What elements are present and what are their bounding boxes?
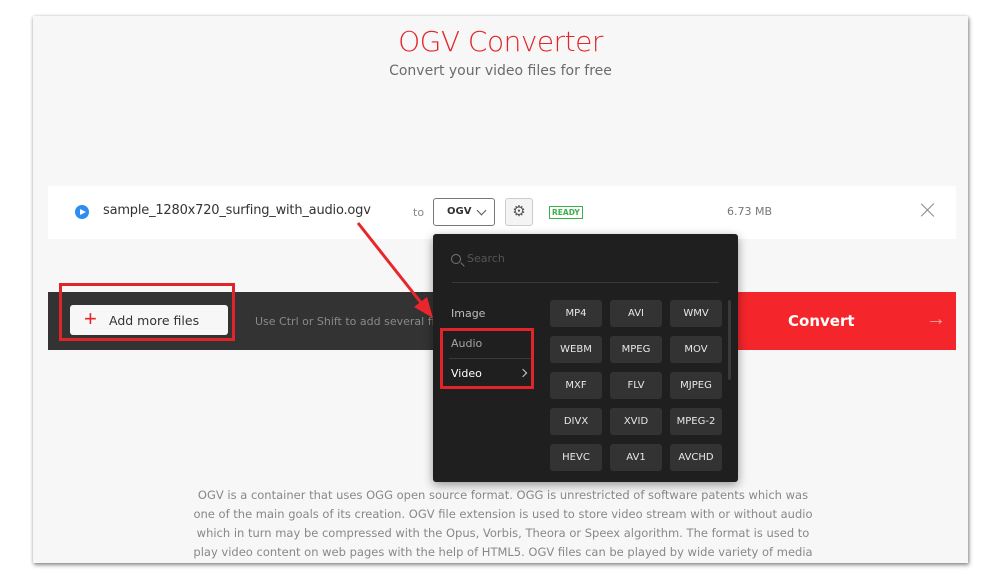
to-label: to <box>413 206 425 219</box>
format-option[interactable]: AV1 <box>610 444 662 471</box>
play-icon[interactable] <box>75 205 89 219</box>
format-option[interactable]: MOV <box>670 336 722 363</box>
search-divider <box>452 282 719 283</box>
format-option[interactable]: FLV <box>610 372 662 399</box>
format-description: OGV is a container that uses OGG open so… <box>193 488 813 559</box>
format-option[interactable]: WMV <box>670 300 722 327</box>
format-option[interactable]: MJPEG <box>670 372 722 399</box>
format-grid: MP4 AVI WMV WEBM MPEG MOV MXF FLV MJPEG … <box>550 300 722 471</box>
arrow-right-icon: → <box>926 308 946 330</box>
format-option[interactable]: AVCHD <box>670 444 722 471</box>
annotation-highlight-add-files <box>59 283 235 341</box>
gear-icon: ⚙ <box>512 203 526 220</box>
status-badge: READY <box>549 206 583 219</box>
browser-page: OGV Converter Convert your video files f… <box>33 16 968 563</box>
file-size: 6.73 MB <box>727 205 773 218</box>
format-option[interactable]: HEVC <box>550 444 602 471</box>
format-option[interactable]: MP4 <box>550 300 602 327</box>
format-option[interactable]: MPEG-2 <box>670 408 722 435</box>
dropdown-scrollbar[interactable] <box>728 300 731 380</box>
multi-select-hint: Use Ctrl or Shift to add several files a <box>255 315 461 328</box>
page-title: OGV Converter <box>398 25 603 58</box>
category-image[interactable]: Image <box>451 307 531 320</box>
page-subtitle: Convert your video files for free <box>389 63 612 79</box>
settings-button[interactable]: ⚙ <box>505 198 533 226</box>
chevron-down-icon <box>476 205 487 216</box>
format-option[interactable]: WEBM <box>550 336 602 363</box>
target-format-value: OGV <box>447 206 472 217</box>
annotation-highlight-audio-video <box>440 328 534 389</box>
format-option[interactable]: DIVX <box>550 408 602 435</box>
format-search-input[interactable] <box>467 252 687 265</box>
file-name: sample_1280x720_surfing_with_audio.ogv <box>103 203 371 218</box>
remove-file-close-icon[interactable] <box>920 202 936 218</box>
convert-button[interactable]: Convert → <box>736 292 956 350</box>
convert-label: Convert <box>788 312 855 330</box>
format-option[interactable]: XVID <box>610 408 662 435</box>
format-option[interactable]: AVI <box>610 300 662 327</box>
format-option[interactable]: MXF <box>550 372 602 399</box>
search-icon <box>451 254 461 264</box>
target-format-select[interactable]: OGV <box>433 198 495 226</box>
file-row: sample_1280x720_surfing_with_audio.ogv t… <box>48 186 956 239</box>
format-option[interactable]: MPEG <box>610 336 662 363</box>
